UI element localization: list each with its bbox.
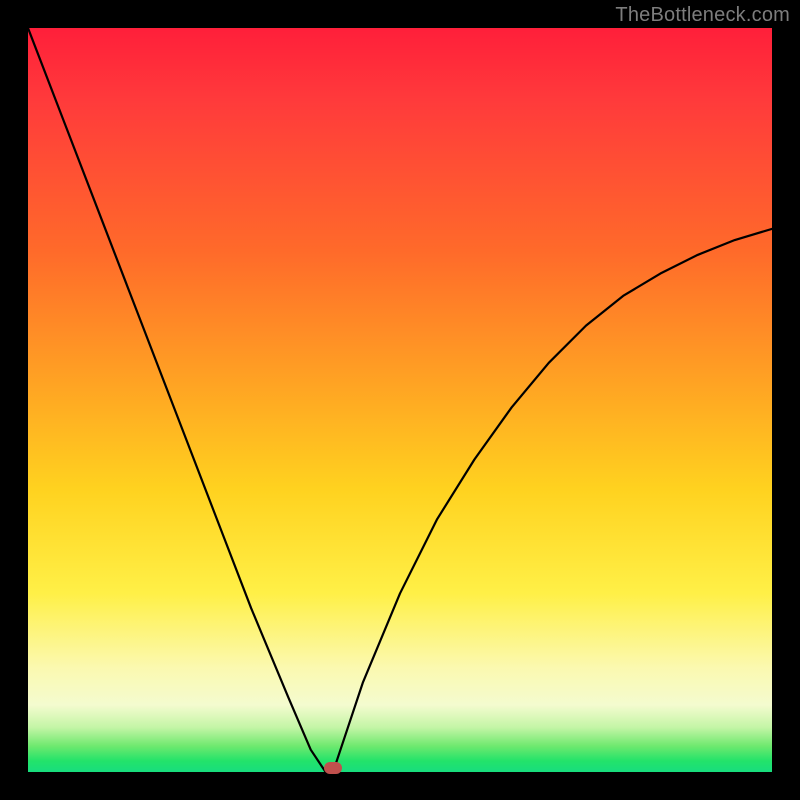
bottleneck-curve (28, 28, 772, 772)
chart-frame: TheBottleneck.com (0, 0, 800, 800)
watermark-text: TheBottleneck.com (615, 4, 790, 27)
optimal-point-marker (324, 762, 342, 774)
plot-area (28, 28, 772, 772)
